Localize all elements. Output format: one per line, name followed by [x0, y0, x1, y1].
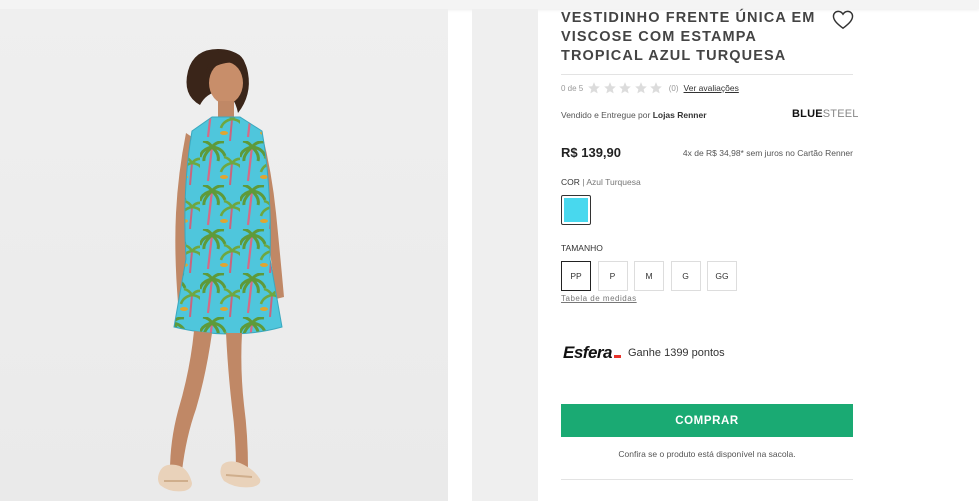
esfera-points: Ganhe 1399 pontos [628, 347, 725, 359]
size-chart-link[interactable]: Tabela de medidas [561, 294, 637, 303]
color-swatch-turquoise[interactable] [561, 195, 591, 225]
brand-logo[interactable]: BLUESTEEL [792, 108, 859, 120]
seller-name: Lojas Renner [652, 110, 707, 120]
see-reviews-link[interactable]: Ver avaliações [684, 83, 739, 93]
size-option-pp[interactable]: PP [561, 261, 591, 291]
divider [561, 479, 853, 480]
model-illustration [158, 49, 284, 492]
size-option-gg[interactable]: GG [707, 261, 737, 291]
star-icon [588, 82, 601, 94]
rating-text: 0 de 5 [561, 83, 584, 93]
seller-prefix: Vendido e Entregue por [561, 110, 653, 120]
star-icon [634, 82, 647, 94]
divider [561, 74, 853, 75]
product-image[interactable] [0, 9, 448, 501]
star-icon [650, 82, 663, 94]
color-label-text: COR [561, 177, 580, 187]
availability-note: Confira se o produto está disponível na … [618, 449, 796, 459]
rating-stars [587, 81, 665, 95]
brand-logo-bold: BLUE [792, 108, 823, 120]
installments-info: 4x de R$ 34,98* sem juros no Cartão Renn… [682, 148, 853, 158]
esfera-logo-accent [613, 355, 621, 358]
product-title: VESTIDINHO FRENTE ÚNICA EM VISCOSE COM E… [561, 10, 816, 64]
size-option-m[interactable]: M [634, 261, 664, 291]
product-price: R$ 139,90 [561, 145, 621, 160]
size-option-p[interactable]: P [597, 261, 628, 291]
review-count: (0) [668, 83, 679, 93]
size-option-g[interactable]: G [670, 261, 701, 291]
color-selected-value: | Azul Turquesa [582, 177, 641, 187]
header-bar [0, 0, 979, 9]
star-icon [603, 82, 616, 94]
secondary-image-strip[interactable] [472, 9, 538, 501]
color-swatch-fill [564, 198, 588, 222]
brand-logo-light: STEEL [822, 108, 859, 120]
product-rating: 0 de 5 (0) Ver avaliações [561, 80, 739, 96]
star-icon [619, 82, 632, 94]
favorite-heart-icon[interactable] [832, 10, 854, 30]
esfera-logo-text: Esfera [563, 343, 612, 362]
color-label: COR | Azul Turquesa [561, 177, 641, 187]
seller-info: Vendido e Entregue por Lojas Renner [561, 110, 707, 120]
esfera-logo: Esfera [563, 343, 621, 363]
size-selector: PP P M G GG [561, 261, 744, 291]
size-label: TAMANHO [561, 243, 603, 253]
buy-button[interactable]: COMPRAR [561, 404, 853, 437]
